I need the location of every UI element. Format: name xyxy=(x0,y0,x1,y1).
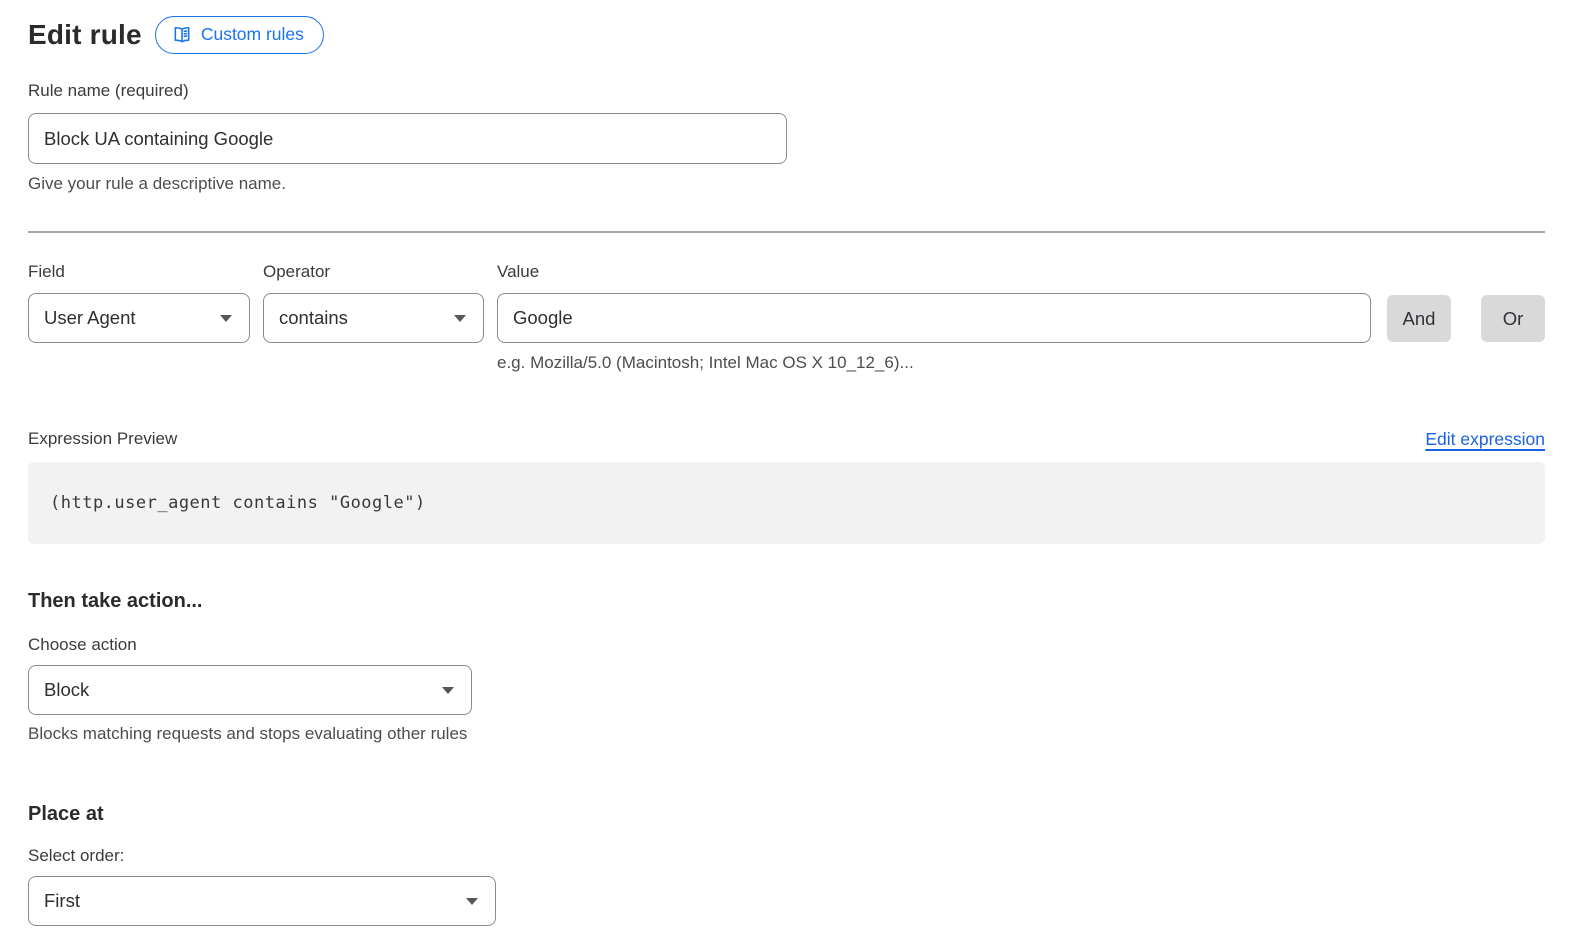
or-button[interactable]: Or xyxy=(1481,295,1545,342)
page-title: Edit rule xyxy=(28,19,142,51)
select-order-label: Select order: xyxy=(28,845,1545,867)
field-select[interactable]: User Agent xyxy=(28,293,250,343)
rule-name-input[interactable] xyxy=(28,113,787,164)
custom-rules-badge-label: Custom rules xyxy=(201,24,304,45)
caret-down-icon xyxy=(442,687,454,694)
caret-down-icon xyxy=(466,898,478,905)
value-input[interactable] xyxy=(497,293,1371,343)
caret-down-icon xyxy=(454,315,466,322)
placement-section: Place at Select order: First xyxy=(28,801,1545,926)
caret-down-icon xyxy=(220,315,232,322)
and-button[interactable]: And xyxy=(1387,295,1451,342)
operator-select[interactable]: contains xyxy=(263,293,484,343)
rule-name-group: Rule name (required) Give your rule a de… xyxy=(28,80,1545,195)
action-heading: Then take action... xyxy=(28,588,1545,614)
expression-preview-label: Expression Preview xyxy=(28,428,177,450)
custom-rules-badge[interactable]: Custom rules xyxy=(155,16,324,54)
open-book-icon xyxy=(172,25,192,45)
order-select-value: First xyxy=(44,890,80,912)
edit-expression-link[interactable]: Edit expression xyxy=(1425,429,1545,450)
rule-name-helper: Give your rule a descriptive name. xyxy=(28,173,1545,195)
operator-select-value: contains xyxy=(279,307,348,329)
value-column: Value e.g. Mozilla/5.0 (Macintosh; Intel… xyxy=(497,261,1371,374)
field-label: Field xyxy=(28,261,250,283)
logic-buttons: And Or xyxy=(1387,261,1545,342)
expression-preview-box: (http.user_agent contains "Google") xyxy=(28,462,1545,544)
action-select-value: Block xyxy=(44,679,89,701)
action-helper: Blocks matching requests and stops evalu… xyxy=(28,723,1545,745)
value-helper: e.g. Mozilla/5.0 (Macintosh; Intel Mac O… xyxy=(497,352,1371,374)
value-label: Value xyxy=(497,261,1371,283)
expression-preview-section: Expression Preview Edit expression (http… xyxy=(28,428,1545,544)
operator-label: Operator xyxy=(263,261,484,283)
edit-rule-page: Edit rule Custom rules Rule name (requir… xyxy=(0,0,1587,926)
rule-name-label: Rule name (required) xyxy=(28,80,1545,102)
choose-action-label: Choose action xyxy=(28,634,1545,656)
field-select-value: User Agent xyxy=(44,307,136,329)
expression-code: (http.user_agent contains "Google") xyxy=(50,493,426,513)
page-header: Edit rule Custom rules xyxy=(28,16,1545,54)
section-divider xyxy=(28,231,1545,233)
place-at-heading: Place at xyxy=(28,801,1545,827)
order-select[interactable]: First xyxy=(28,876,496,926)
field-column: Field User Agent xyxy=(28,261,250,343)
action-select[interactable]: Block xyxy=(28,665,472,715)
action-section: Then take action... Choose action Block … xyxy=(28,588,1545,745)
operator-column: Operator contains xyxy=(263,261,484,343)
condition-builder: Field User Agent Operator contains Value… xyxy=(28,261,1545,374)
